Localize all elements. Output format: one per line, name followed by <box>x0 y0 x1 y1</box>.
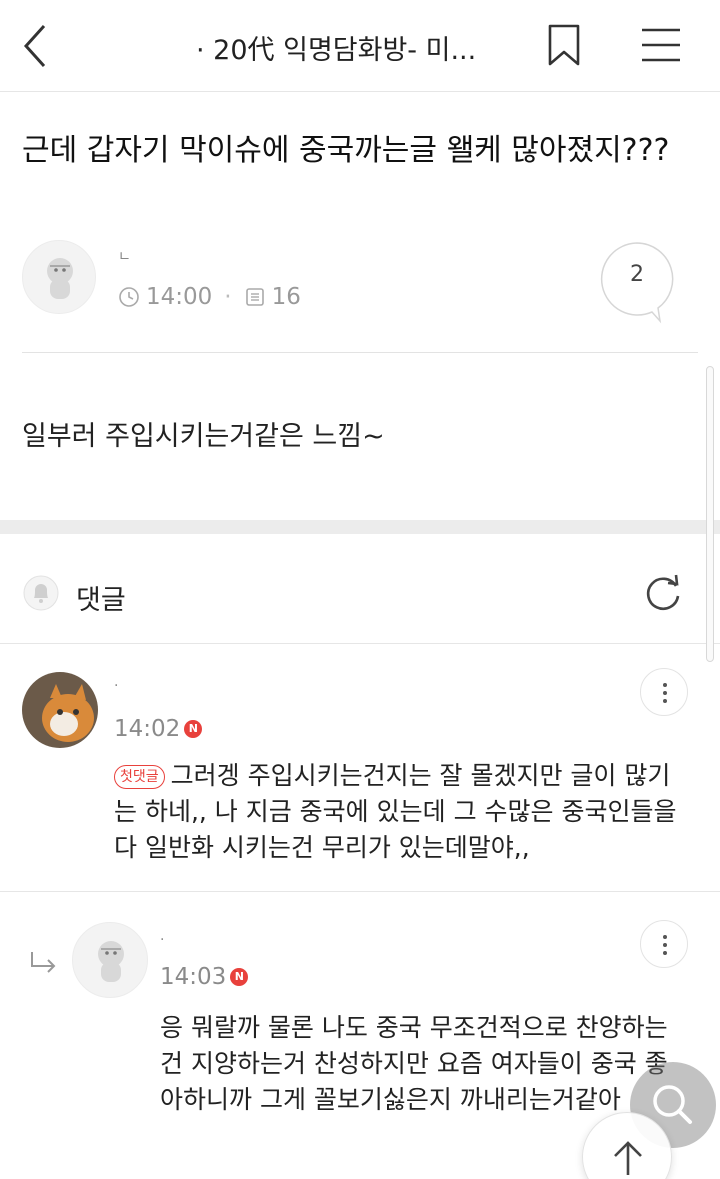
author-avatar[interactable] <box>22 240 96 314</box>
clock-icon <box>119 287 139 307</box>
meta-separator: · <box>224 284 232 310</box>
comment-count-button[interactable]: 2 <box>598 240 676 324</box>
scrollbar[interactable] <box>706 366 714 662</box>
section-divider <box>0 520 720 534</box>
arrow-up-icon <box>614 1141 642 1175</box>
first-comment-tag: 첫댓글 <box>114 765 165 789</box>
dot-icon <box>663 951 667 955</box>
comment-text: 응 뭐랄까 물론 나도 중국 무조건적으로 찬양하는건 지양하는거 찬성하지만 … <box>160 1013 668 1114</box>
commenter-name[interactable]: · <box>160 932 230 954</box>
scroll-to-top-button[interactable] <box>582 1112 672 1179</box>
dot-icon <box>663 699 667 703</box>
menu-button[interactable] <box>634 20 688 70</box>
dot-icon <box>663 935 667 939</box>
bookmark-button[interactable] <box>544 20 584 70</box>
comment-item: · 14:02 N 첫댓글 그러겡 주입시키는건지는 잘 몰겠지만 글이 많기는 … <box>0 644 720 892</box>
dot-icon <box>663 943 667 947</box>
board-title: · 20代 익명담화방- 미... <box>196 35 477 66</box>
bell-icon[interactable] <box>22 574 60 612</box>
default-avatar-icon <box>98 941 124 982</box>
hamburger-menu-icon <box>642 28 680 62</box>
post-time: 14:00 <box>146 284 213 310</box>
comment-text: 그러겡 주입시키는건지는 잘 몰겠지만 글이 많기는 하네,, 나 지금 중국에… <box>114 761 677 862</box>
dot-icon <box>663 683 667 687</box>
post-title: 근데 갑자기 막이슈에 중국까는글 왤케 많아졌지??? <box>22 133 670 168</box>
comment-time-row: 14:03 N <box>160 964 249 990</box>
cat-photo-avatar <box>22 672 98 748</box>
comment-text-block: 첫댓글 그러겡 주입시키는건지는 잘 몰겠지만 글이 많기는 하네,, 나 지금 … <box>114 758 680 866</box>
comment-more-button[interactable] <box>640 920 688 968</box>
post-meta: 14:00 · 16 <box>118 284 301 310</box>
comment-count: 2 <box>630 262 644 287</box>
refresh-button[interactable] <box>640 570 686 616</box>
comment-time-row: 14:02 N <box>114 716 203 742</box>
bookmark-icon <box>548 24 580 66</box>
back-button[interactable] <box>12 18 62 74</box>
comment-time: 14:02 <box>114 716 181 742</box>
author-name[interactable]: ㄴ <box>118 246 198 270</box>
commenter-avatar[interactable] <box>22 672 98 748</box>
views-icon <box>245 288 264 306</box>
comments-header: 댓글 <box>0 534 720 644</box>
post-body: 일부러 주입시키는거같은 느낌~ <box>22 421 385 452</box>
top-app-bar: · 20代 익명담화방- 미... <box>0 0 720 92</box>
new-badge: N <box>230 968 249 986</box>
post-author-row: ㄴ 14:00 · 16 2 <box>22 240 702 330</box>
refresh-icon <box>646 574 680 611</box>
reply-arrow-icon <box>31 952 56 973</box>
comment-time: 14:03 <box>160 964 227 990</box>
comments-label: 댓글 <box>76 585 126 616</box>
new-badge: N <box>184 720 203 738</box>
commenter-avatar[interactable] <box>72 922 148 998</box>
divider <box>22 352 698 353</box>
chevron-left-icon <box>23 24 46 68</box>
dot-icon <box>663 691 667 695</box>
default-avatar-icon <box>47 258 73 299</box>
post-views: 16 <box>271 284 301 310</box>
commenter-name[interactable]: · <box>114 678 184 700</box>
comment-more-button[interactable] <box>640 668 688 716</box>
